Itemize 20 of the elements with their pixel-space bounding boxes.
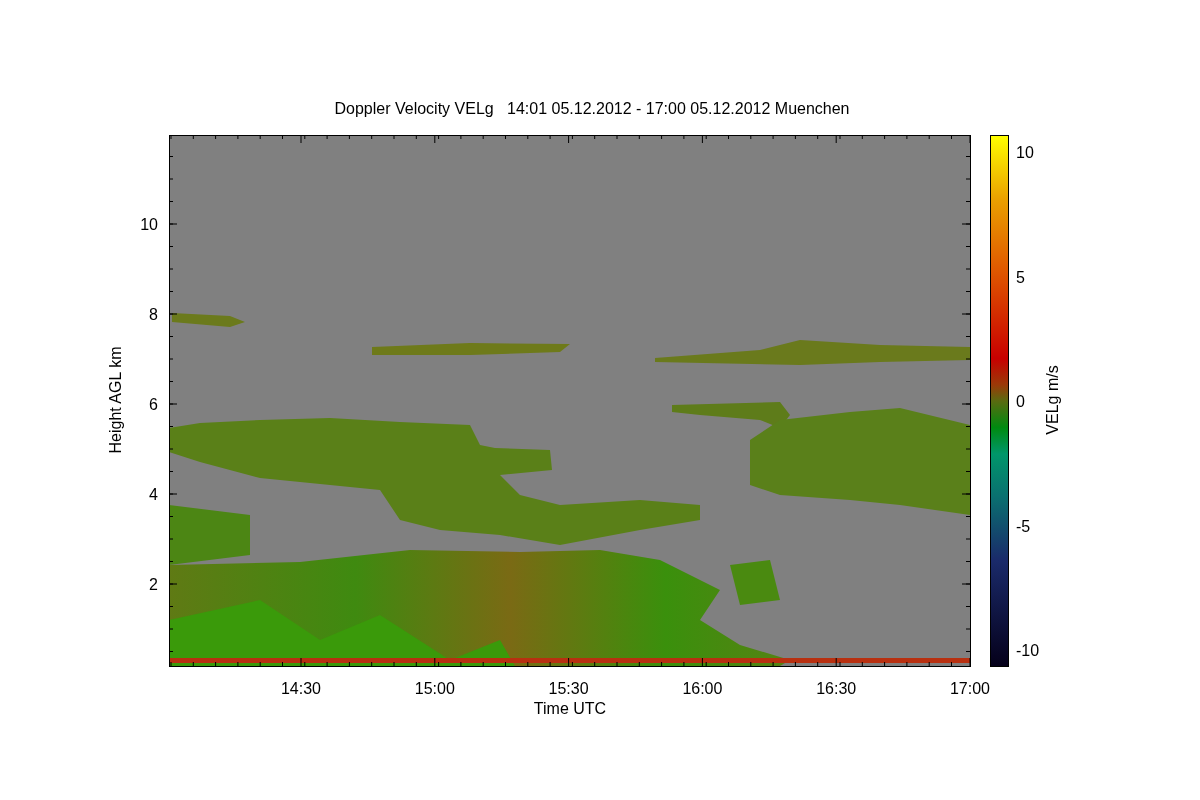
x-axis-label: Time UTC [533,700,607,717]
y-tick-label: 4 [149,486,158,503]
x-tick-label: 16:00 [682,680,723,697]
colorbar-tick-label: -5 [1016,517,1031,535]
x-tick-label: 17:00 [950,680,990,697]
colorbar-tick-label: 10 [1016,144,1034,161]
colorbar-tick-label: 5 [1016,268,1025,286]
y-tick-label: 10 [140,216,158,233]
colorbar-tick-label: -10 [1016,642,1040,659]
y-axis-label: Height AGL km [107,346,124,454]
chart-title: Doppler Velocity VELg 14:01 05.12.2012 - 17:00 05.12.2012 Muenchen [334,100,850,117]
x-tick-label: 15:00 [414,680,455,697]
y-tick-label: 6 [149,396,158,413]
y-tick-label: 2 [149,576,158,593]
x-tick-label: 14:30 [281,680,321,697]
x-tick-label: 16:30 [816,680,857,697]
colorbar-tick-label: 0 [1016,393,1025,410]
colorbar-label: VELg m/s [1044,365,1061,435]
x-tick-label: 15:30 [548,680,589,697]
y-tick-label: 8 [149,306,158,323]
